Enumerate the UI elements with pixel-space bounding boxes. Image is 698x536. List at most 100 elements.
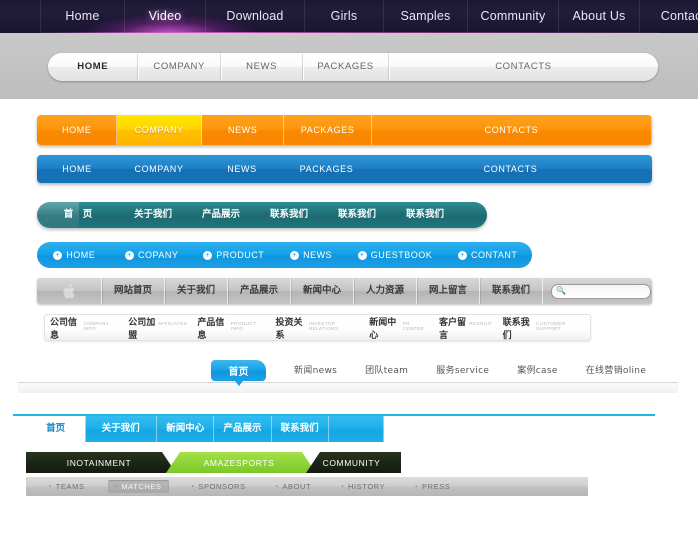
pill-nav-item-2[interactable]: NEWS	[219, 53, 302, 81]
apple-logo-icon	[37, 278, 101, 304]
blue-nav-item-2[interactable]: NEWS	[201, 155, 283, 183]
teal-nav-item-3[interactable]: 联系我们	[255, 202, 323, 228]
blue-nav-item-0[interactable]: HOME	[37, 155, 117, 183]
bilingual-item-en: PR CENTER	[402, 320, 424, 331]
sub-nav-item-2[interactable]: ▪ SPONSORS	[185, 480, 253, 493]
cyan-nav-item-4[interactable]: 联系我们	[272, 416, 329, 442]
plus-circle-icon: +	[203, 250, 213, 260]
shelf-active-tab[interactable]: 首页	[211, 360, 266, 386]
cyan-nav-item-3[interactable]: 产品展示	[214, 416, 272, 442]
sub-nav-item-5[interactable]: ▪ PRESS	[408, 480, 457, 493]
shelf-nav-item-0[interactable]: 新闻news	[280, 362, 351, 380]
plus-circle-icon: +	[458, 250, 468, 260]
sub-nav-item-4[interactable]: ▪ HISTORY	[334, 480, 392, 493]
dark-nav-item-6[interactable]: About Us	[558, 0, 639, 33]
sub-nav-item-3[interactable]: ▪ ABOUT	[269, 480, 319, 493]
dark-nav-item-3[interactable]: Girls	[304, 0, 383, 33]
bullet-nav-item-0[interactable]: + HOME	[37, 242, 112, 268]
cyan-nav-item-2[interactable]: 新闻中心	[157, 416, 215, 442]
blue-nav-item-3[interactable]: PACKAGES	[283, 155, 370, 183]
orange-navbar: HOME COMPANY NEWS PACKAGES CONTACTS	[37, 115, 652, 145]
shelf-nav-item-2[interactable]: 服务service	[422, 362, 503, 380]
bullet-nav-item-label: GUESTBOOK	[370, 250, 433, 260]
bullet-nav-item-label: PRODUCT	[216, 250, 265, 260]
bilingual-item-cn: 联系我们	[502, 317, 530, 341]
bullet-nav-item-1[interactable]: + COPANY	[112, 242, 192, 268]
bullet-nav-item-label: CONTANT	[471, 250, 518, 260]
apple-nav-item-5[interactable]: 网上留言	[416, 278, 479, 304]
sub-nav-item-0[interactable]: ▪ TEAMS	[42, 480, 92, 493]
bilingual-nav-item-3[interactable]: 投资关系 INVESTOR RELATIONS	[270, 315, 364, 341]
apple-nav-item-3[interactable]: 新闻中心	[290, 278, 353, 304]
blue-nav-item-1[interactable]: COMPANY	[117, 155, 201, 183]
pill-nav-item-1[interactable]: COMPANY	[137, 53, 219, 81]
pill-nav-item-0[interactable]: HOME	[48, 53, 137, 81]
apple-nav-item-6[interactable]: 联系我们	[479, 278, 542, 304]
dark-nav-item-4[interactable]: Samples	[383, 0, 467, 33]
dark-nav-item-5[interactable]: Community	[467, 0, 558, 33]
sub-nav-item-label: PRESS	[421, 482, 451, 491]
bilingual-nav-item-1[interactable]: 公司加盟 AFFILIATES	[123, 315, 192, 341]
sub-nav-item-label: SPONSORS	[198, 482, 246, 491]
bullet-nav-item-5[interactable]: + CONTANT	[443, 242, 532, 268]
angled-nav-item-1[interactable]: AMAZESPORTS	[166, 452, 316, 473]
bilingual-nav-item-4[interactable]: 新闻中心 PR CENTER	[364, 315, 434, 341]
dark-top-navbar: Home Video Download Girls Samples Community Ab…	[0, 0, 698, 33]
angled-navbar: INOTAINMENT AMAZESPORTS COMMUNITY	[26, 452, 401, 473]
orange-nav-item-1[interactable]: COMPANY	[117, 115, 202, 145]
plus-circle-icon: +	[53, 250, 63, 260]
apple-nav-item-1[interactable]: 关于我们	[164, 278, 227, 304]
apple-nav-item-2[interactable]: 产品展示	[227, 278, 290, 304]
cyan-nav-item-1[interactable]: 关于我们	[85, 416, 158, 442]
apple-nav-item-0[interactable]: 网站首页	[101, 278, 164, 304]
dark-nav-item-1[interactable]: Video	[124, 0, 205, 33]
orange-nav-item-4[interactable]: CONTACTS	[372, 115, 652, 145]
bullet-nav-item-2[interactable]: + PRODUCT	[192, 242, 276, 268]
bullet-nav-item-4[interactable]: + GUESTBOOK	[346, 242, 443, 268]
dark-nav-item-2[interactable]: Download	[205, 0, 304, 33]
bullet-nav-item-label: COPANY	[137, 250, 179, 260]
search-input[interactable]	[565, 284, 642, 298]
dark-nav-item-7[interactable]: Contact	[639, 0, 698, 33]
sub-nav-item-1[interactable]: ▪ MATCHES	[107, 480, 169, 493]
shelf-nav-items: 新闻news 团队team 服务service 案例case 在线营销oline	[280, 362, 660, 380]
dark-nav-item-0[interactable]: Home	[40, 0, 124, 33]
blue-nav-item-4[interactable]: CONTACTS	[370, 155, 651, 183]
pill-nav-item-4[interactable]: CONTACTS	[387, 53, 658, 81]
orange-nav-item-3[interactable]: PACKAGES	[284, 115, 372, 145]
sub-nav-item-label: ABOUT	[282, 482, 312, 491]
bullet-nav-item-3[interactable]: + NEWS	[276, 242, 347, 268]
sub-nav-item-label: MATCHES	[121, 482, 162, 491]
apple-nav-item-4[interactable]: 人力资源	[353, 278, 416, 304]
bilingual-item-cn: 新闻中心	[369, 317, 397, 341]
angled-nav-item-0[interactable]: INOTAINMENT	[26, 452, 176, 473]
teal-nav-item-5[interactable]: 联系我们	[391, 202, 459, 228]
bullet-icon: ▪	[114, 483, 118, 490]
teal-nav-item-2[interactable]: 产品展示	[187, 202, 255, 228]
teal-nav-item-0[interactable]: 首 页	[37, 202, 119, 228]
bullet-navbar: + HOME + COPANY + PRODUCT + NEWS + GUESTBOOK + CONT…	[37, 242, 532, 268]
pill-nav-item-3[interactable]: PACKAGES	[302, 53, 387, 81]
orange-nav-item-2[interactable]: NEWS	[202, 115, 285, 145]
bilingual-nav-item-2[interactable]: 产品信息 PRODUCT INFO	[192, 315, 270, 341]
cyan-nav-item-5[interactable]	[329, 416, 384, 442]
bullet-nav-item-label: HOME	[66, 250, 96, 260]
angled-nav-item-2[interactable]: COMMUNITY	[306, 452, 401, 473]
bullet-nav-item-label: NEWS	[303, 250, 333, 260]
cyan-nav-item-0[interactable]: 首页	[26, 416, 86, 442]
shelf-nav-item-3[interactable]: 案例case	[503, 362, 572, 380]
angled-nav-item-label: AMAZESPORTS	[203, 457, 275, 468]
orange-nav-item-0[interactable]: HOME	[37, 115, 118, 145]
teal-nav-item-1[interactable]: 关于我们	[119, 202, 187, 228]
search-box[interactable]: 🔍	[551, 283, 651, 299]
bilingual-nav-item-5[interactable]: 客户留言 RECRUIT	[434, 315, 498, 341]
sub-nav-item-label: HISTORY	[347, 482, 386, 491]
shelf-nav-item-4[interactable]: 在线营销oline	[572, 362, 660, 380]
shelf-nav-item-1[interactable]: 团队team	[351, 362, 422, 380]
plus-circle-icon: +	[124, 250, 134, 260]
bullet-icon: ▪	[49, 483, 52, 490]
bilingual-item-en: PRODUCT INFO	[230, 320, 257, 331]
bilingual-nav-item-6[interactable]: 联系我们 CUSTOMER SUPPORT	[498, 315, 590, 341]
bilingual-nav-item-0[interactable]: 公司信息 COMPANY INFO	[45, 315, 123, 341]
teal-nav-item-4[interactable]: 联系我们	[323, 202, 391, 228]
